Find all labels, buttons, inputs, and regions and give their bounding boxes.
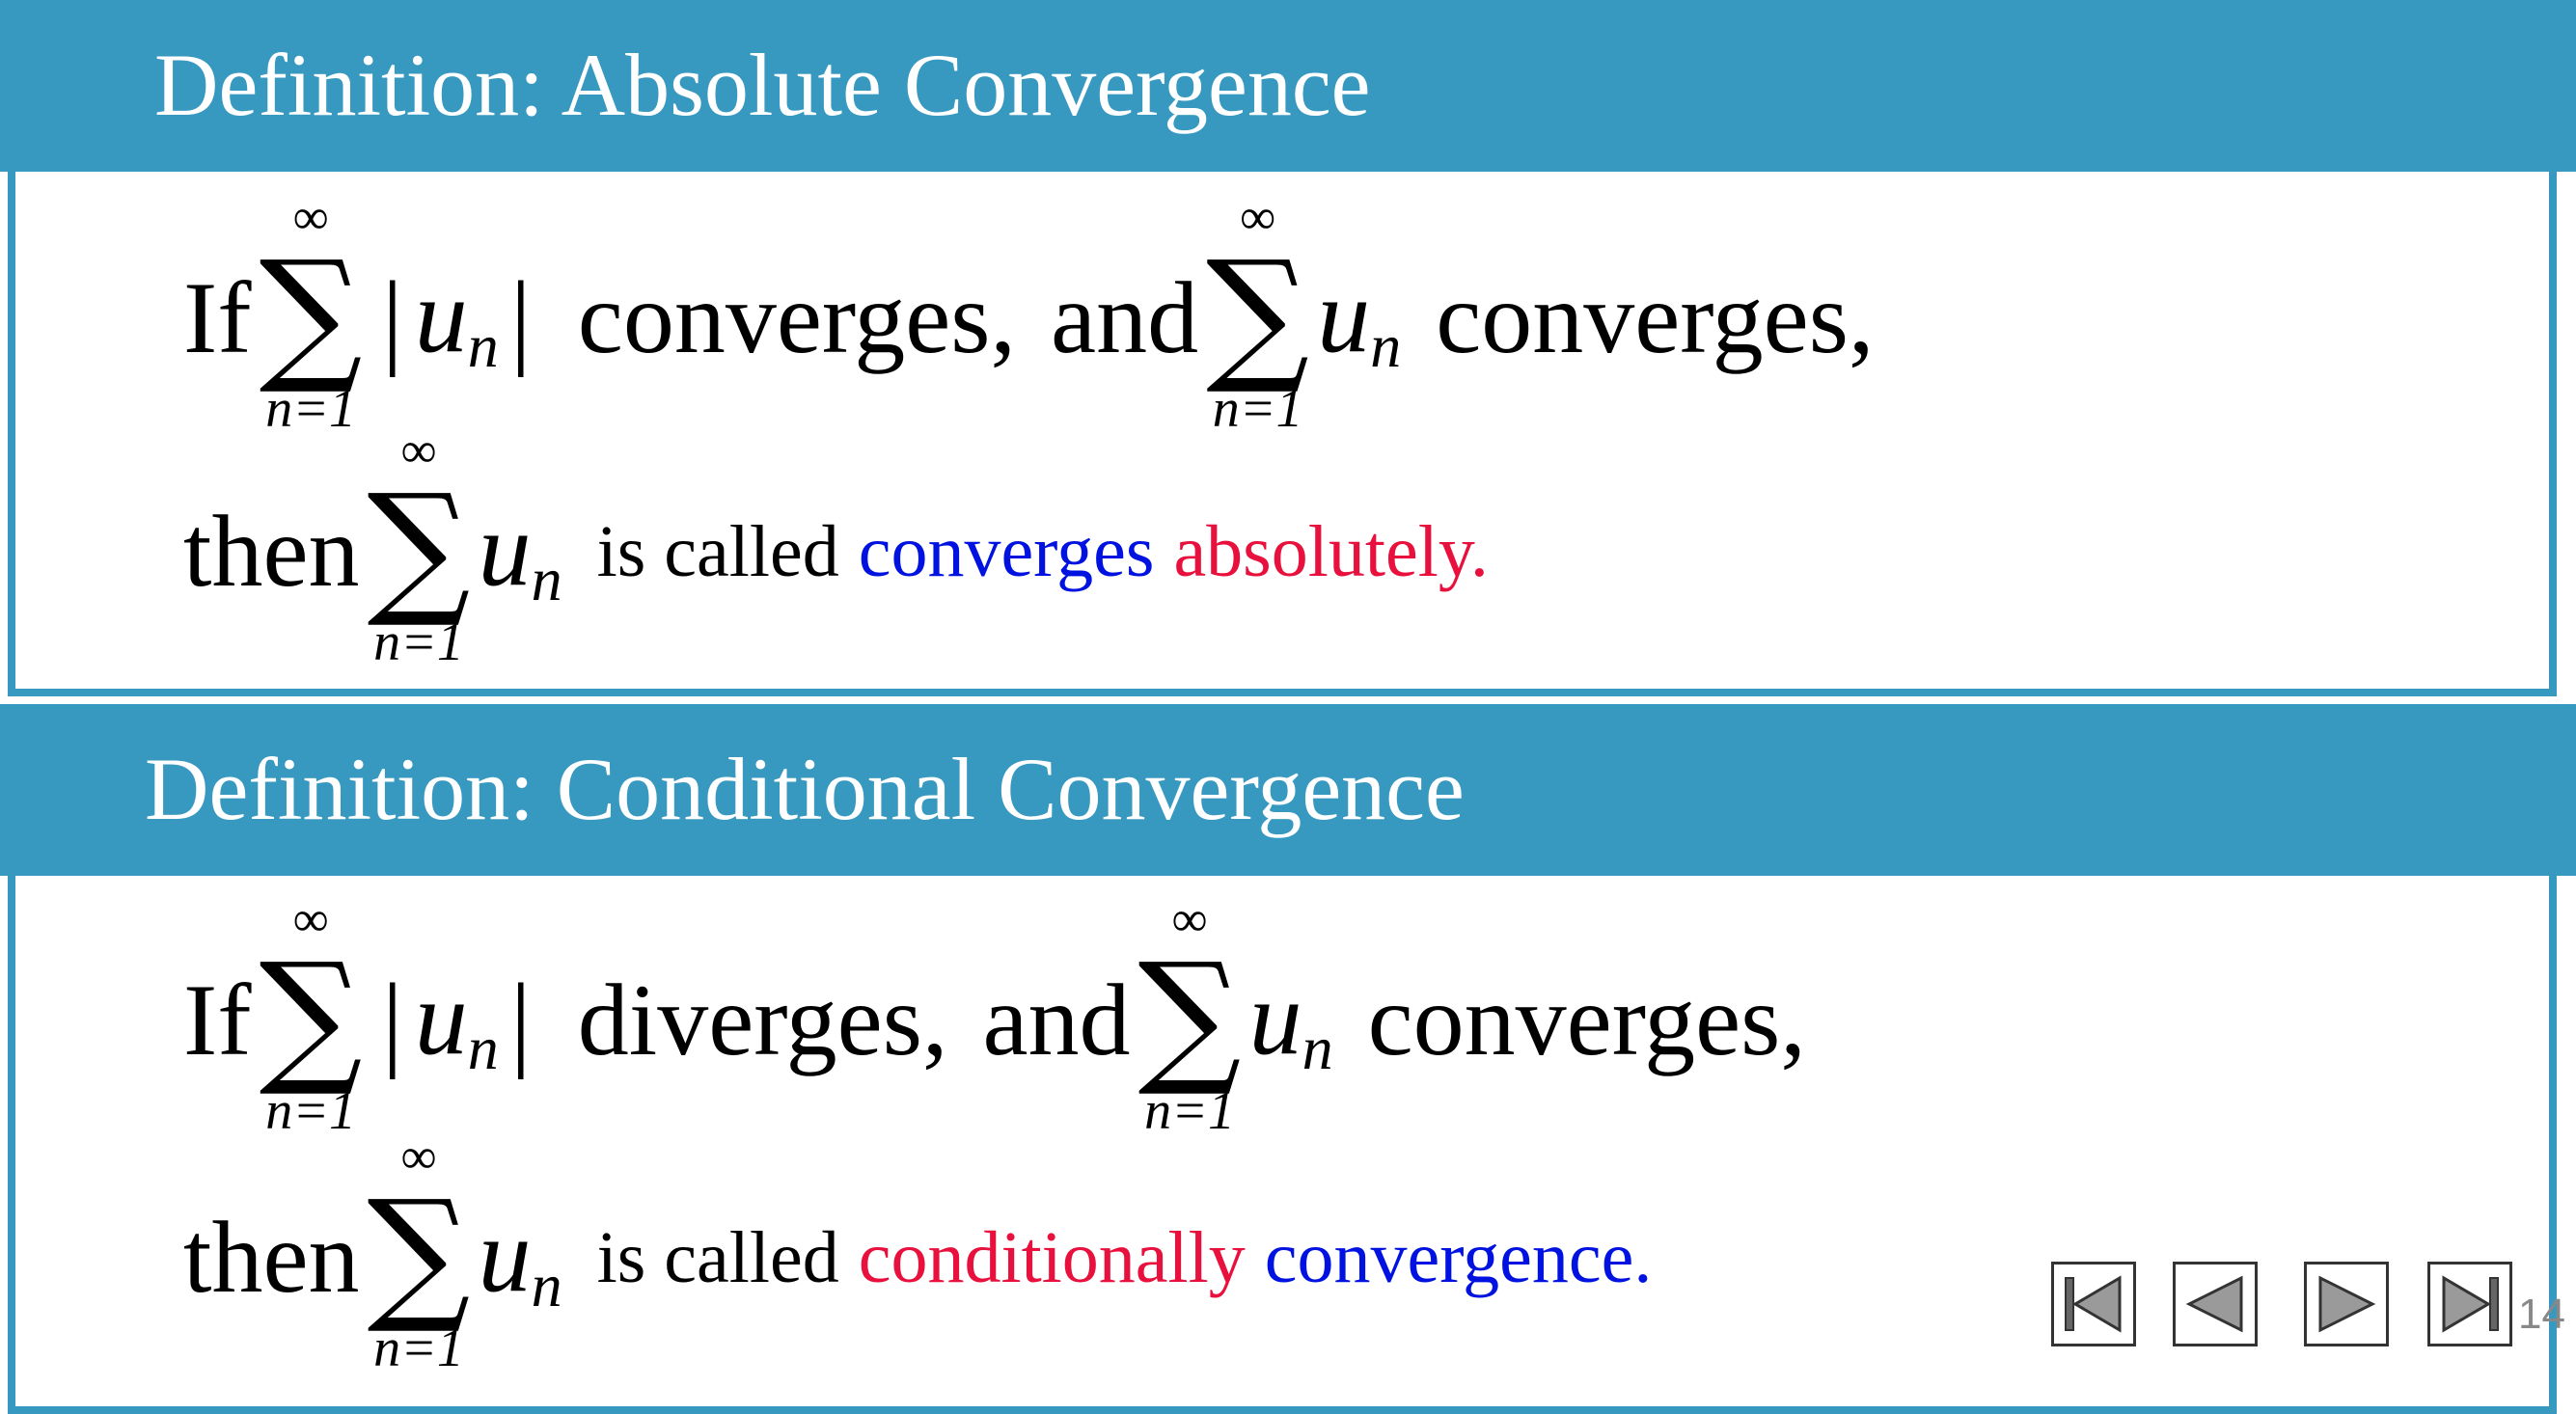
first-page-button[interactable] xyxy=(2051,1262,2136,1346)
converges-text: converges, xyxy=(577,261,1017,374)
page-number: 14 xyxy=(2518,1291,2565,1338)
absolute-line-1: If ∞ ∑ n=1 | un | converges, and ∞ ∑ n=1… xyxy=(183,183,1874,453)
then-word: then xyxy=(183,495,360,608)
conditional-title: Definition: Conditional Convergence xyxy=(145,740,1465,838)
triangle-right-icon xyxy=(2318,1275,2376,1333)
term-u-n: un xyxy=(414,257,499,380)
last-page-button[interactable] xyxy=(2427,1262,2512,1346)
term-u-n: un xyxy=(478,1196,562,1319)
converges-term: converges xyxy=(858,510,1155,592)
term-u-n: un xyxy=(1317,257,1402,380)
convergence-term: convergence. xyxy=(1264,1216,1653,1298)
converges-text: converges, xyxy=(1367,964,1806,1076)
previous-page-button[interactable] xyxy=(2173,1262,2258,1346)
summation-symbol: ∞ ∑ n=1 xyxy=(1206,190,1310,439)
triangle-left-icon xyxy=(2185,1275,2243,1333)
converges-text: converges, xyxy=(1436,261,1875,374)
summation-symbol: ∞ ∑ n=1 xyxy=(367,423,471,672)
conditionally-term: conditionally xyxy=(858,1216,1246,1298)
and-word: and xyxy=(1051,261,1199,374)
summation-symbol: ∞ ∑ n=1 xyxy=(1137,892,1242,1141)
diverges-text: diverges, xyxy=(577,964,948,1076)
is-called-text: is called xyxy=(596,1216,839,1298)
if-word: If xyxy=(183,964,252,1076)
absolute-header: Definition: Absolute Convergence xyxy=(0,0,2576,172)
and-word: and xyxy=(982,964,1131,1076)
term-u-n: un xyxy=(414,959,499,1082)
absolute-line-2: then ∞ ∑ n=1 un is called converges abso… xyxy=(183,417,1489,687)
skip-back-icon xyxy=(2065,1275,2122,1333)
conditional-line-2: then ∞ ∑ n=1 un is called conditionally … xyxy=(183,1123,1652,1393)
if-word: If xyxy=(183,261,252,374)
term-u-n: un xyxy=(1248,959,1333,1082)
absolutely-term: absolutely. xyxy=(1173,510,1489,592)
conditional-header: Definition: Conditional Convergence xyxy=(0,704,2576,876)
skip-forward-icon xyxy=(2442,1275,2499,1333)
term-u-n: un xyxy=(478,490,562,613)
absolute-title: Definition: Absolute Convergence xyxy=(154,36,1371,134)
next-page-button[interactable] xyxy=(2304,1262,2389,1346)
conditional-line-1: If ∞ ∑ n=1 | un | diverges, and ∞ ∑ n=1 … xyxy=(183,885,1806,1156)
is-called-text: is called xyxy=(596,510,839,592)
summation-symbol: ∞ ∑ n=1 xyxy=(259,892,363,1141)
summation-symbol: ∞ ∑ n=1 xyxy=(367,1129,471,1378)
then-word: then xyxy=(183,1201,360,1314)
summation-symbol: ∞ ∑ n=1 xyxy=(259,190,363,439)
